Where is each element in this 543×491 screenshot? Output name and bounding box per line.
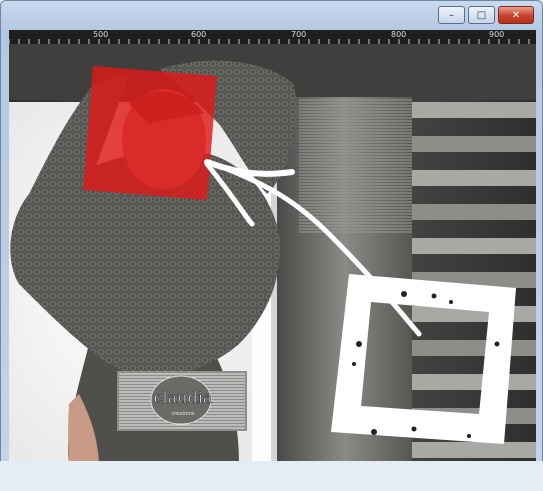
- ruler-label-900: 900: [489, 30, 505, 39]
- close-button[interactable]: ✕: [498, 6, 534, 24]
- app-window: – □ ✕ 500 600 700 800 900 claudia creati…: [0, 0, 543, 491]
- maximize-button[interactable]: □: [468, 6, 495, 24]
- horizontal-ruler: 500 600 700 800 900: [9, 30, 536, 44]
- artwork-image: claudia creations: [9, 44, 536, 462]
- watermark-subtext: creations: [171, 411, 194, 417]
- ruler-label-700: 700: [291, 30, 307, 39]
- minimize-button[interactable]: –: [438, 6, 465, 24]
- red-selection-overlay: [83, 66, 217, 200]
- ruler-label-500: 500: [93, 30, 109, 39]
- status-area: [0, 461, 543, 491]
- ruler-label-600: 600: [191, 30, 207, 39]
- image-canvas[interactable]: claudia creations: [9, 44, 536, 462]
- watermark-text: claudia: [154, 388, 213, 407]
- window-controls: – □ ✕: [438, 6, 534, 24]
- ruler-label-800: 800: [391, 30, 407, 39]
- ruler-ticks: [9, 39, 530, 44]
